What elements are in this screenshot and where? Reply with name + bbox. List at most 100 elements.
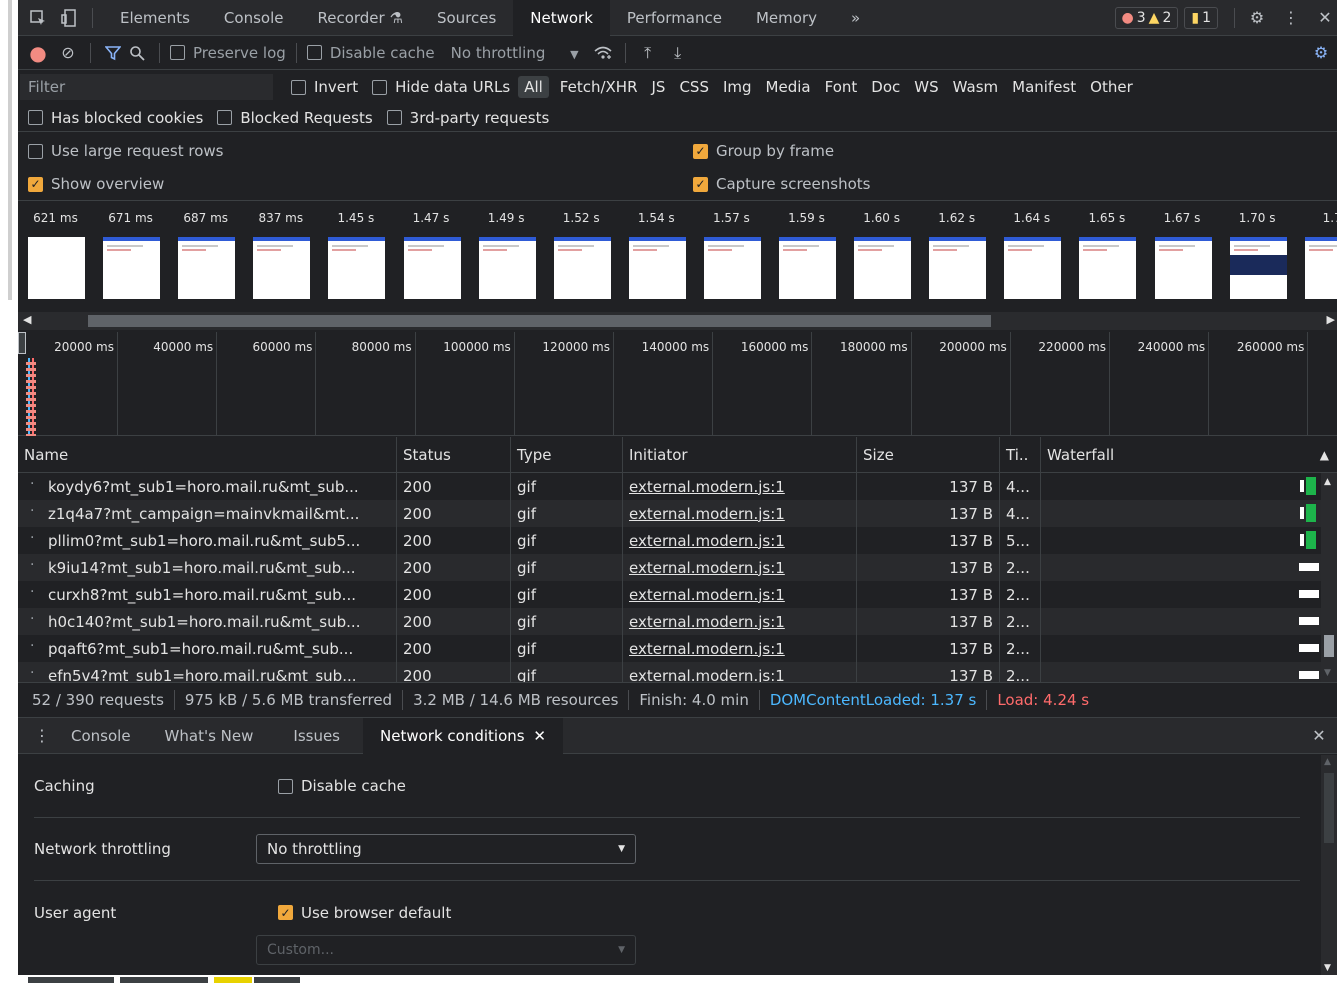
console-counts-badge[interactable]: ● 3 ▲ 2 <box>1114 6 1179 29</box>
filter-type-wasm[interactable]: Wasm <box>946 78 1006 96</box>
hide-data-urls-checkbox[interactable]: Hide data URLs <box>372 78 510 96</box>
screenshot-thumbnail[interactable]: 837 ms <box>243 202 318 299</box>
filter-type-doc[interactable]: Doc <box>864 78 907 96</box>
import-har-icon[interactable]: ⤒ <box>636 41 660 65</box>
capture-screenshots-checkbox[interactable]: ✓ Capture screenshots <box>693 175 870 193</box>
scroll-left-icon[interactable]: ◀ <box>23 313 31 326</box>
drawer-menu-icon[interactable]: ⋮ <box>30 724 54 748</box>
inspect-element-icon[interactable] <box>26 6 50 30</box>
network-conditions-scrollbar[interactable]: ▲ ▼ <box>1321 755 1337 975</box>
drawer-tab-network-conditions[interactable]: Network conditions ✕ <box>363 717 563 754</box>
search-icon[interactable] <box>125 41 149 65</box>
custom-user-agent-select[interactable]: Custom... ▼ <box>256 935 636 965</box>
cell-initiator[interactable]: external.modern.js:1 <box>622 527 856 554</box>
filter-type-media[interactable]: Media <box>759 78 818 96</box>
scroll-up-icon[interactable]: ▲ <box>1324 477 1331 487</box>
screenshot-thumbnail[interactable]: 1.49 s <box>469 202 544 299</box>
screenshot-thumbnail[interactable]: 1.64 s <box>994 202 1069 299</box>
scrollbar-thumb[interactable] <box>1324 635 1334 657</box>
kebab-menu-icon[interactable]: ⋮ <box>1279 6 1303 30</box>
column-header-status[interactable]: Status <box>396 437 510 472</box>
filter-type-font[interactable]: Font <box>818 78 865 96</box>
screenshot-thumbnail[interactable]: 1.62 s <box>919 202 994 299</box>
column-header-size[interactable]: Size <box>856 437 999 472</box>
scrollbar-thumb[interactable] <box>88 315 991 327</box>
scroll-right-icon[interactable]: ▶ <box>1327 313 1335 326</box>
filter-type-fetch-xhr[interactable]: Fetch/XHR <box>553 78 645 96</box>
large-request-rows-checkbox[interactable]: Use large request rows <box>28 142 223 160</box>
filter-type-ws[interactable]: WS <box>907 78 945 96</box>
screenshot-thumbnail[interactable]: 1.70 s <box>1220 202 1295 299</box>
screenshot-thumbnail[interactable]: 1.52 s <box>544 202 619 299</box>
filmstrip-scrollbar[interactable]: ◀ ▶ <box>18 312 1337 330</box>
screenshot-thumbnail[interactable]: 1.67 s <box>1145 202 1220 299</box>
taskbar-item[interactable] <box>214 977 252 983</box>
disable-cache-checkbox[interactable]: Disable cache <box>306 44 435 62</box>
scroll-down-icon[interactable]: ▼ <box>1324 963 1331 973</box>
network-settings-gear-icon[interactable]: ⚙ <box>1309 41 1333 65</box>
device-toolbar-icon[interactable] <box>58 6 82 30</box>
overview-timeline[interactable]: 20000 ms 40000 ms 60000 ms 80000 ms 100000 m… <box>18 332 1337 436</box>
filter-input[interactable]: Filter <box>20 74 273 100</box>
invert-checkbox[interactable]: Invert <box>291 78 358 96</box>
issues-badge[interactable]: ▮ 1 <box>1184 6 1218 29</box>
cell-initiator[interactable]: external.modern.js:1 <box>622 554 856 581</box>
scroll-up-icon[interactable]: ▲ <box>1324 757 1331 767</box>
gear-icon[interactable]: ⚙ <box>1245 6 1269 30</box>
screenshot-thumbnail[interactable]: 1.59 s <box>769 202 844 299</box>
network-conditions-wifi-icon[interactable] <box>591 41 615 65</box>
cell-name[interactable]: z1q4a7?mt_campaign=mainvkmail&mt... <box>18 500 396 527</box>
scrollbar-thumb[interactable] <box>1324 773 1334 843</box>
filter-icon[interactable] <box>101 41 125 65</box>
group-by-frame-checkbox[interactable]: ✓ Group by frame <box>693 142 834 160</box>
screenshot-thumbnail[interactable]: 671 ms <box>93 202 168 299</box>
filter-type-img[interactable]: Img <box>716 78 759 96</box>
tab-recorder[interactable]: Recorder ⚗ <box>300 0 419 36</box>
export-har-icon[interactable]: ⤓ <box>666 41 690 65</box>
table-row[interactable]: · k9iu14?mt_sub1=horo.mail.ru&mt_sub... 20… <box>18 554 1337 581</box>
screenshot-thumbnail[interactable]: 1.47 s <box>394 202 469 299</box>
tab-elements[interactable]: Elements <box>103 0 207 36</box>
cell-initiator[interactable]: external.modern.js:1 <box>622 635 856 662</box>
cell-name[interactable]: h0c140?mt_sub1=horo.mail.ru&mt_sub... <box>18 608 396 635</box>
cell-name[interactable]: k9iu14?mt_sub1=horo.mail.ru&mt_sub... <box>18 554 396 581</box>
screenshot-thumbnail[interactable]: 1.57 s <box>694 202 769 299</box>
filter-type-other[interactable]: Other <box>1083 78 1140 96</box>
clear-icon[interactable]: ⊘ <box>56 41 80 65</box>
column-header-type[interactable]: Type <box>510 437 622 472</box>
filter-type-css[interactable]: CSS <box>672 78 716 96</box>
taskbar-item[interactable] <box>28 977 114 983</box>
table-scrollbar[interactable]: ▲ ▼ <box>1321 473 1337 682</box>
screenshot-thumbnail[interactable]: 1.65 s <box>1069 202 1144 299</box>
screenshot-thumbnail[interactable]: 621 ms <box>18 202 93 299</box>
taskbar-item[interactable] <box>120 977 208 983</box>
close-devtools-icon[interactable]: ✕ <box>1313 6 1337 30</box>
use-browser-default-checkbox[interactable]: ✓ Use browser default <box>278 904 451 922</box>
table-row[interactable]: · z1q4a7?mt_campaign=mainvkmail&mt... 200 g… <box>18 500 1337 527</box>
screenshot-thumbnail[interactable]: 1.7 <box>1295 202 1337 299</box>
filter-type-manifest[interactable]: Manifest <box>1005 78 1083 96</box>
drawer-tab-console[interactable]: Console <box>54 718 148 754</box>
show-overview-checkbox[interactable]: ✓ Show overview <box>28 175 164 193</box>
cell-initiator[interactable]: external.modern.js:1 <box>622 581 856 608</box>
screenshot-thumbnail[interactable]: 1.60 s <box>844 202 919 299</box>
cell-name[interactable]: pllim0?mt_sub1=horo.mail.ru&mt_sub5... <box>18 527 396 554</box>
table-row[interactable]: · pqaft6?mt_sub1=horo.mail.ru&mt_sub... 20… <box>18 635 1337 662</box>
tab-performance[interactable]: Performance <box>610 0 739 36</box>
tab-console[interactable]: Console <box>207 0 301 36</box>
cell-initiator[interactable]: external.modern.js:1 <box>622 608 856 635</box>
nc-throttling-select[interactable]: No throttling ▼ <box>256 834 636 864</box>
tab-network[interactable]: Network <box>513 0 610 36</box>
scroll-down-icon[interactable]: ▼ <box>1324 668 1331 678</box>
screenshot-thumbnail[interactable]: 1.45 s <box>318 202 393 299</box>
cell-name[interactable]: curxh8?mt_sub1=horo.mail.ru&mt_sub... <box>18 581 396 608</box>
table-row[interactable]: · curxh8?mt_sub1=horo.mail.ru&mt_sub... 20… <box>18 581 1337 608</box>
blocked-requests-checkbox[interactable]: Blocked Requests <box>217 109 373 127</box>
column-header-time[interactable]: Ti.. <box>999 437 1040 472</box>
cell-name[interactable]: pqaft6?mt_sub1=horo.mail.ru&mt_sub... <box>18 635 396 662</box>
record-icon[interactable]: ● <box>26 41 50 65</box>
column-header-initiator[interactable]: Initiator <box>622 437 856 472</box>
column-header-waterfall[interactable]: Waterfall ▲ <box>1040 437 1337 472</box>
filter-type-all[interactable]: All <box>518 76 549 98</box>
table-row[interactable]: · pllim0?mt_sub1=horo.mail.ru&mt_sub5... 2… <box>18 527 1337 554</box>
